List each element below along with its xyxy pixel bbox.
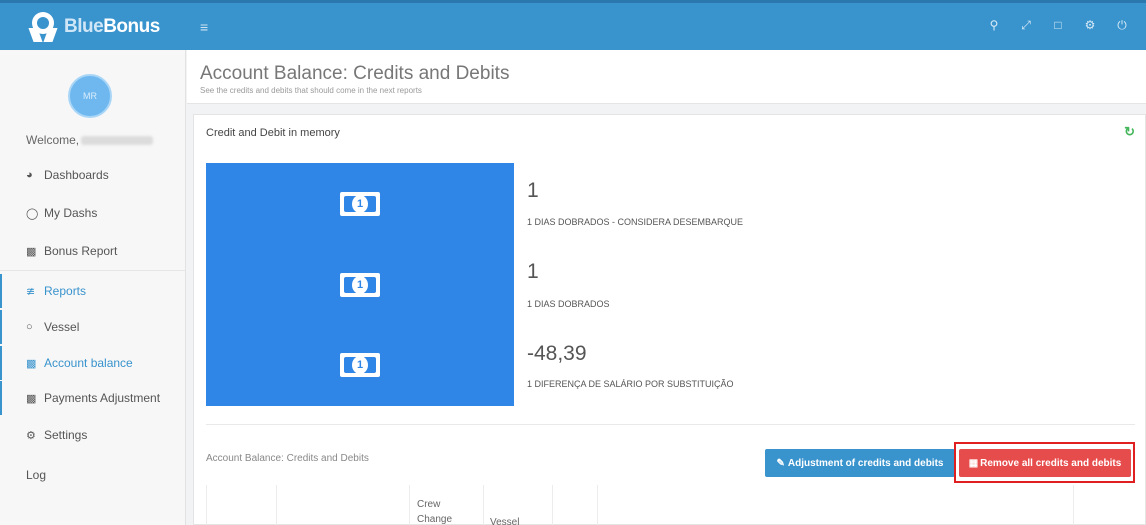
sidebar-item-settings[interactable]: ⚙ Settings bbox=[0, 418, 186, 452]
money-icon: ▩ bbox=[26, 392, 37, 405]
credit-debit-panel: Credit and Debit in memory ↻ 1 1 1 1 1 D… bbox=[193, 114, 1146, 525]
square-icon[interactable]: □ bbox=[1042, 18, 1074, 33]
money-icon: 1 bbox=[340, 273, 380, 297]
blurred-username bbox=[81, 136, 154, 146]
welcome-text: Welcome, bbox=[26, 133, 154, 147]
line-chart-icon: ≇ bbox=[26, 285, 36, 298]
sidebar-item-payments-adjustment[interactable]: ▩ Payments Adjustment bbox=[0, 381, 186, 415]
stat-value: 1 bbox=[527, 179, 539, 202]
page-subtitle: See the credits and debits that should c… bbox=[200, 86, 422, 95]
table-header-vessel[interactable]: Vessel bbox=[490, 515, 519, 525]
dashboard-icon: ◕ bbox=[26, 169, 33, 181]
sidebar: MR Welcome, ◕ Dashboards ◯ My Dashs ▩ Bo… bbox=[0, 50, 186, 525]
money-icon: 1 bbox=[340, 353, 380, 377]
search-icon[interactable]: ⚲ bbox=[978, 18, 1010, 33]
brand-logo[interactable]: BlueBonus bbox=[0, 3, 186, 50]
stat-value: -48,39 bbox=[527, 342, 587, 365]
circle-icon: ○ bbox=[26, 321, 33, 333]
stat-label: 1 DIAS DOBRADOS bbox=[527, 299, 610, 309]
sidebar-item-account-balance[interactable]: ▩ Account balance bbox=[0, 346, 186, 380]
refresh-icon[interactable]: ↻ bbox=[1124, 124, 1135, 140]
page-title: Account Balance: Credits and Debits bbox=[200, 63, 510, 84]
money-icon: ▩ bbox=[26, 357, 37, 370]
gears-icon: ⚙ bbox=[26, 429, 36, 442]
expand-icon[interactable]: ⤢ bbox=[1010, 18, 1042, 33]
gears-icon[interactable]: ⚙ bbox=[1074, 18, 1106, 33]
edit-icon: ✎ bbox=[776, 457, 785, 469]
user-icon: ◯ bbox=[26, 207, 39, 220]
sidebar-item-log[interactable]: Log bbox=[0, 458, 186, 492]
brand-name: BlueBonus bbox=[64, 15, 160, 37]
stat-label: 1 DIFERENÇA DE SALÁRIO POR SUBSTITUIÇÃO bbox=[527, 379, 734, 389]
sidebar-item-my-dashs[interactable]: ◯ My Dashs bbox=[0, 196, 186, 230]
divider bbox=[206, 424, 1135, 425]
top-navbar: BlueBonus ≡ ⚲ ⤢ □ ⚙ ⏻ bbox=[0, 0, 1146, 50]
section-label: Account Balance: Credits and Debits bbox=[206, 453, 369, 464]
panel-heading: Credit and Debit in memory bbox=[206, 127, 340, 139]
stat-icon-box: 1 1 1 bbox=[206, 163, 514, 406]
adjustment-button[interactable]: ✎ Adjustment of credits and debits bbox=[765, 449, 955, 477]
money-icon: ▩ bbox=[26, 245, 37, 258]
page-header: Account Balance: Credits and Debits See … bbox=[187, 50, 1146, 104]
award-icon bbox=[28, 11, 58, 42]
sidebar-item-dashboards[interactable]: ◕ Dashboards bbox=[0, 158, 186, 192]
balance-table-header: Crew Change Vessel bbox=[206, 485, 1135, 525]
stat-label: 1 DIAS DOBRADOS - CONSIDERA DESEMBARQUE bbox=[527, 217, 744, 227]
sidebar-item-bonus-report[interactable]: ▩ Bonus Report bbox=[0, 234, 186, 268]
top-toolbar: ⚲ ⤢ □ ⚙ ⏻ bbox=[978, 18, 1138, 33]
hamburger-icon[interactable]: ≡ bbox=[200, 19, 220, 35]
stat-value: 1 bbox=[527, 260, 539, 283]
sidebar-divider bbox=[0, 270, 186, 271]
sidebar-item-reports[interactable]: ≇ Reports bbox=[0, 274, 186, 308]
highlight-box bbox=[954, 442, 1135, 483]
money-icon: 1 bbox=[340, 192, 380, 216]
power-icon[interactable]: ⏻ bbox=[1106, 18, 1138, 33]
table-header-crew-change[interactable]: Crew Change bbox=[417, 497, 467, 525]
sidebar-item-vessel[interactable]: ○ Vessel bbox=[0, 310, 186, 344]
avatar[interactable]: MR bbox=[68, 74, 112, 118]
